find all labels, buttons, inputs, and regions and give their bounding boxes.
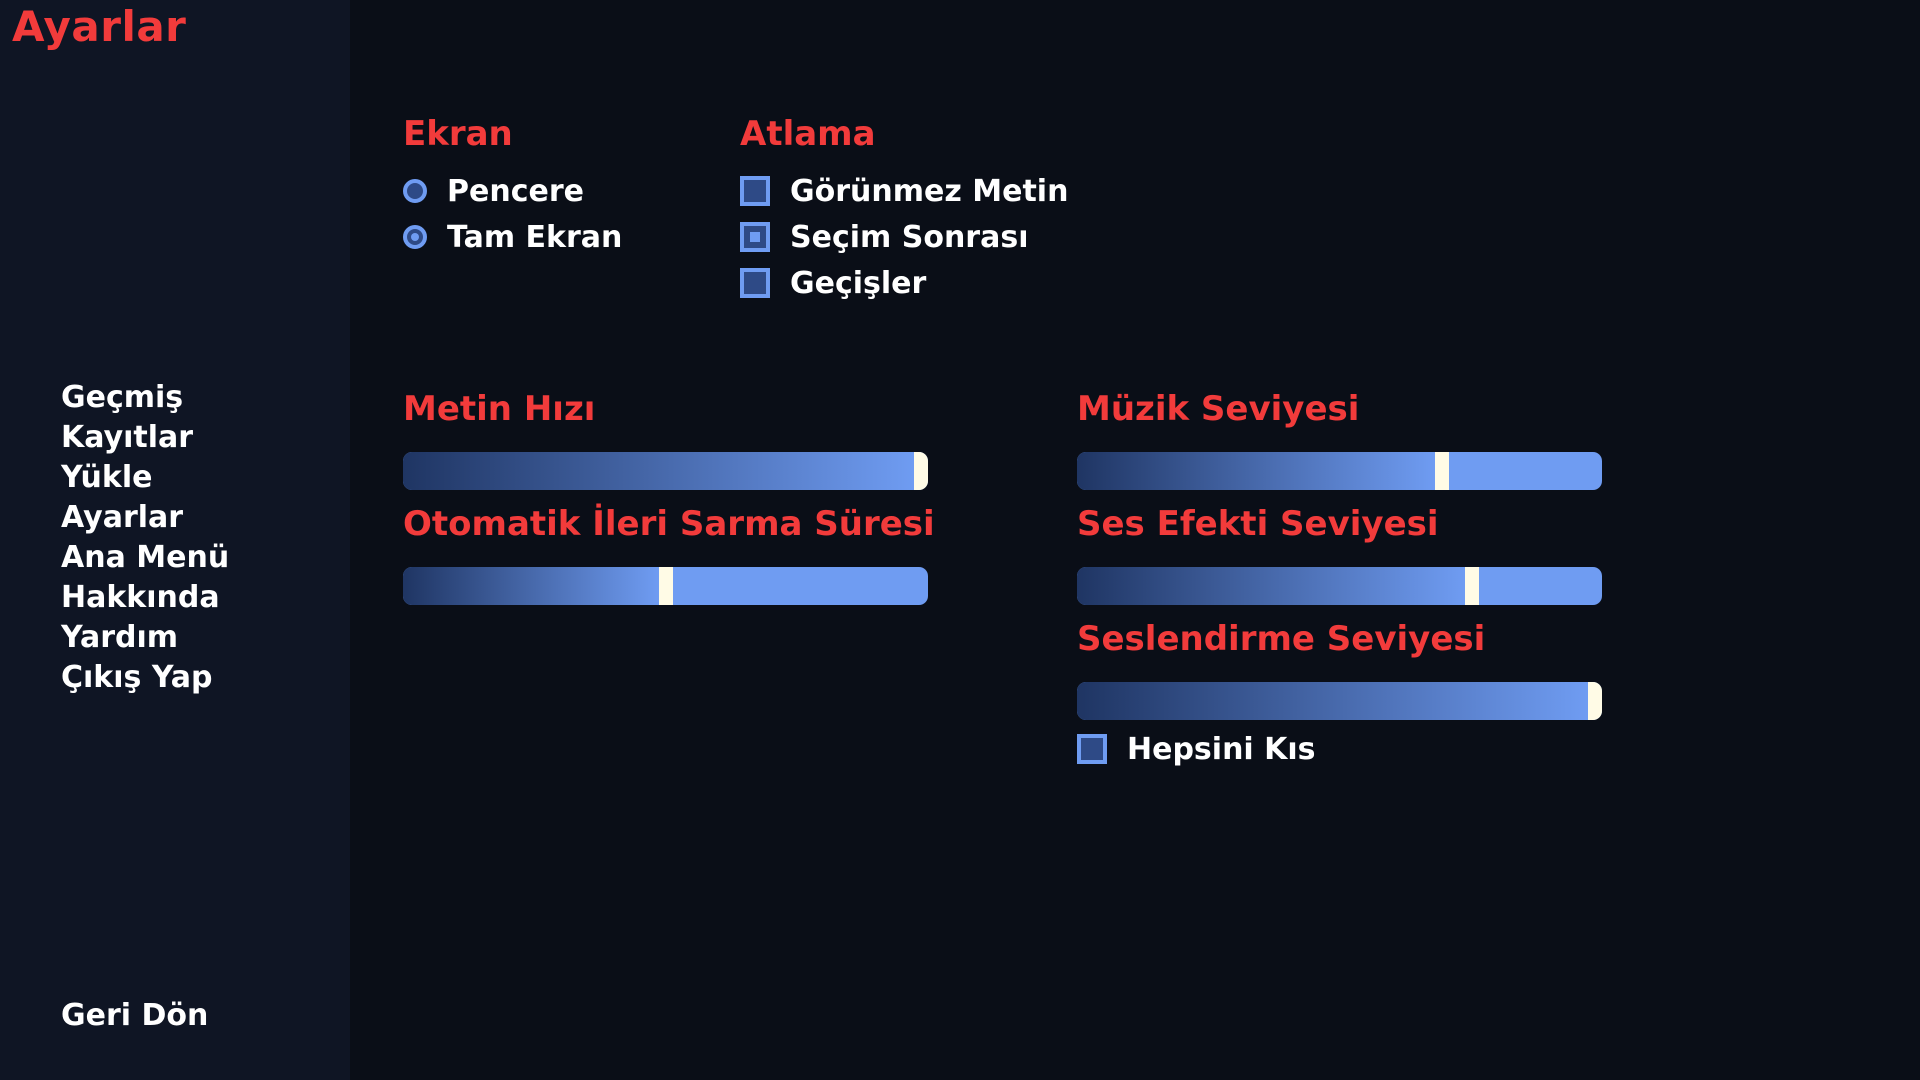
music-volume-slider-thumb[interactable]: [1435, 452, 1449, 490]
text-speed-label: Metin Hızı: [403, 389, 596, 429]
radio-fullscreen-indicator: [403, 225, 427, 249]
page-title: Ayarlar: [12, 2, 187, 51]
voice-volume-slider-fill: [1077, 682, 1588, 720]
checkbox-after-choices[interactable]: Seçim Sonrası: [740, 217, 1028, 257]
text-speed-slider-thumb[interactable]: [914, 452, 928, 490]
nav-item-about[interactable]: Hakkında: [61, 578, 229, 618]
checkbox-unseen-text-box: [740, 176, 770, 206]
checkbox-unseen-text-label: Görünmez Metin: [790, 173, 1069, 209]
checkbox-after-choices-label: Seçim Sonrası: [790, 219, 1029, 255]
settings-panel: Ekran Pencere Tam Ekran Atlama Görünmez …: [350, 0, 1920, 1080]
checkbox-mute-all[interactable]: Hepsini Kıs: [1077, 729, 1316, 769]
sfx-volume-label: Ses Efekti Seviyesi: [1077, 504, 1439, 544]
voice-volume-label: Seslendirme Seviyesi: [1077, 619, 1486, 659]
music-volume-label: Müzik Seviyesi: [1077, 389, 1360, 429]
voice-volume-slider[interactable]: [1077, 682, 1602, 720]
checkbox-transitions-label: Geçişler: [790, 265, 927, 301]
checkbox-after-choices-box: [740, 222, 770, 252]
checkbox-transitions[interactable]: Geçişler: [740, 263, 926, 303]
sidebar: Ayarlar Geçmiş Kayıtlar Yükle Ayarlar An…: [0, 0, 350, 1080]
text-speed-slider-fill: [403, 452, 914, 490]
nav-item-history[interactable]: Geçmiş: [61, 378, 229, 418]
music-volume-slider-fill: [1077, 452, 1435, 490]
sfx-volume-slider-thumb[interactable]: [1465, 567, 1479, 605]
nav-item-save[interactable]: Kayıtlar: [61, 418, 229, 458]
text-speed-slider[interactable]: [403, 452, 928, 490]
checkbox-mute-all-box: [1077, 734, 1107, 764]
auto-forward-time-slider[interactable]: [403, 567, 928, 605]
checkbox-unseen-text[interactable]: Görünmez Metin: [740, 171, 1068, 211]
display-section-title: Ekran: [403, 114, 513, 154]
sfx-volume-slider[interactable]: [1077, 567, 1602, 605]
nav-item-preferences[interactable]: Ayarlar: [61, 498, 229, 538]
back-button[interactable]: Geri Dön: [61, 996, 208, 1036]
nav-item-quit[interactable]: Çıkış Yap: [61, 658, 229, 698]
auto-forward-time-slider-fill: [403, 567, 659, 605]
radio-window-indicator: [403, 179, 427, 203]
radio-fullscreen[interactable]: Tam Ekran: [403, 217, 622, 257]
nav-item-load[interactable]: Yükle: [61, 458, 229, 498]
skip-section-title: Atlama: [740, 114, 876, 154]
checkbox-mute-all-label: Hepsini Kıs: [1127, 731, 1316, 767]
voice-volume-slider-thumb[interactable]: [1588, 682, 1602, 720]
radio-window-label: Pencere: [447, 173, 584, 209]
checkbox-transitions-box: [740, 268, 770, 298]
music-volume-slider[interactable]: [1077, 452, 1602, 490]
auto-forward-time-label: Otomatik İleri Sarma Süresi: [403, 504, 935, 544]
nav-item-main-menu[interactable]: Ana Menü: [61, 538, 229, 578]
sfx-volume-slider-fill: [1077, 567, 1465, 605]
auto-forward-time-slider-thumb[interactable]: [659, 567, 673, 605]
radio-fullscreen-label: Tam Ekran: [447, 219, 623, 255]
nav-item-help[interactable]: Yardım: [61, 618, 229, 658]
navigation-menu: Geçmiş Kayıtlar Yükle Ayarlar Ana Menü H…: [61, 378, 229, 698]
radio-window[interactable]: Pencere: [403, 171, 584, 211]
